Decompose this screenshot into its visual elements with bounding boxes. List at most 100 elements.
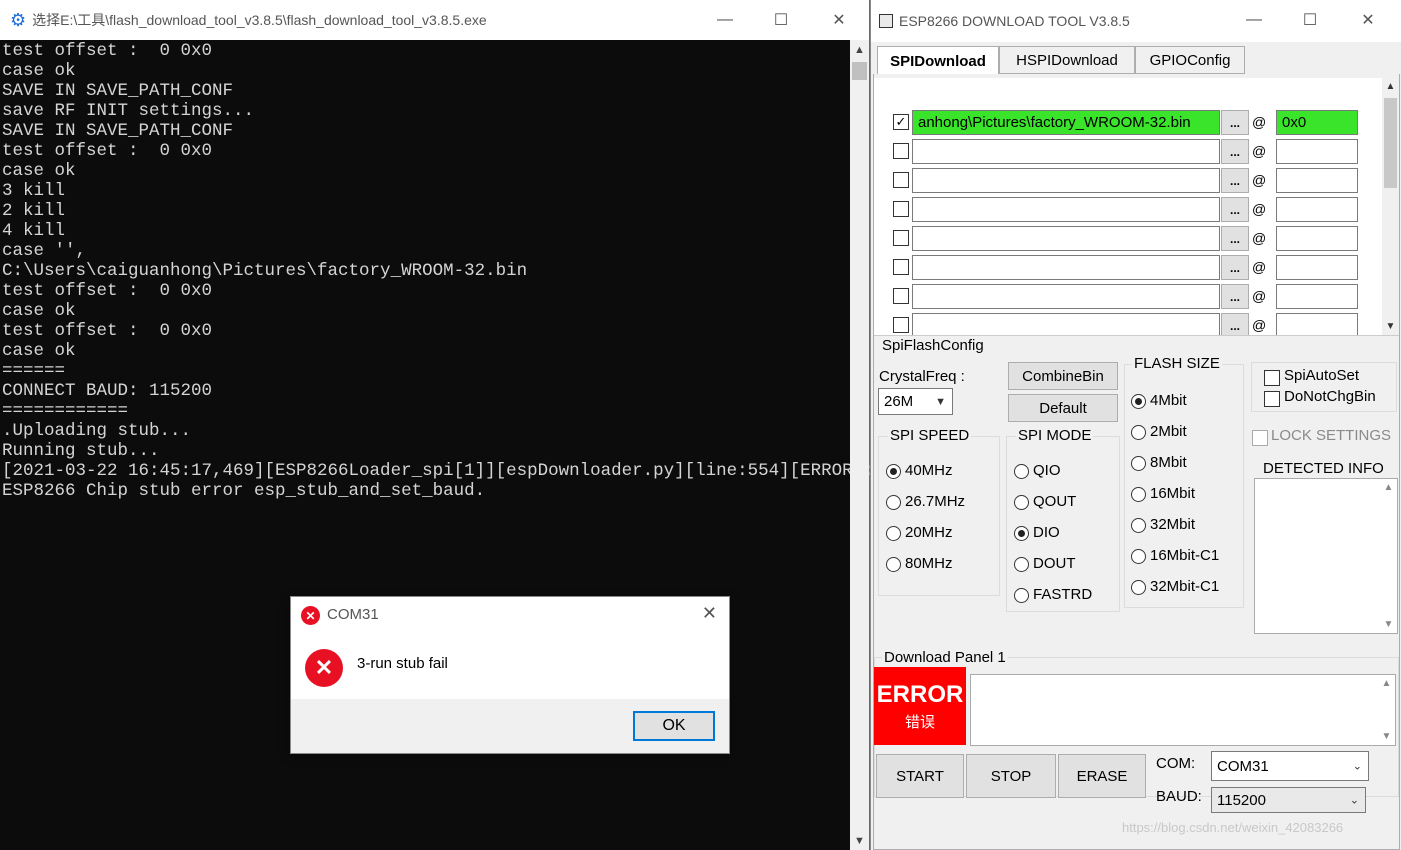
flash-size-radio[interactable] (1131, 518, 1146, 533)
minimize-button[interactable]: — (696, 0, 754, 40)
file-path-input[interactable] (912, 168, 1220, 193)
spi-mode-radio[interactable] (1014, 557, 1029, 572)
scroll-down-icon[interactable]: ▼ (1378, 728, 1395, 745)
offset-address-input[interactable] (1276, 284, 1358, 309)
browse-button[interactable]: ... (1221, 313, 1249, 335)
error-dialog: ✕ COM31 ✕ ✕ 3-run stub fail OK (290, 596, 730, 754)
file-enable-checkbox[interactable] (893, 230, 909, 246)
ok-button[interactable]: OK (633, 711, 715, 741)
scroll-up-icon[interactable]: ▲ (1382, 78, 1399, 95)
offset-address-input[interactable] (1276, 313, 1358, 335)
file-path-input[interactable]: anhong\Pictures\factory_WROOM-32.bin (912, 110, 1220, 135)
spi-mode-radio[interactable] (1014, 526, 1029, 541)
file-path-input[interactable] (912, 255, 1220, 280)
esp-titlebar[interactable]: ESP8266 DOWNLOAD TOOL V3.8.5 — ☐ ✕ (871, 0, 1401, 42)
esp-maximize-button[interactable]: ☐ (1281, 0, 1339, 40)
file-enable-checkbox[interactable] (893, 288, 909, 304)
offset-address-input[interactable] (1276, 226, 1358, 251)
spi-mode-label: SPI MODE (1016, 427, 1094, 444)
baud-select[interactable]: 115200 ⌄ (1211, 787, 1366, 813)
file-enable-checkbox[interactable] (893, 201, 909, 217)
tab-hspidownload[interactable]: HSPIDownload (999, 46, 1135, 74)
flash-size-radio[interactable] (1131, 425, 1146, 440)
offset-address-input[interactable] (1276, 197, 1358, 222)
erase-button[interactable]: ERASE (1058, 754, 1146, 798)
offset-address-input[interactable] (1276, 139, 1358, 164)
stop-button[interactable]: STOP (966, 754, 1056, 798)
browse-button[interactable]: ... (1221, 168, 1249, 193)
close-button[interactable]: ✕ (810, 0, 868, 40)
com-select[interactable]: COM31 ⌄ (1211, 751, 1369, 781)
download-log-area[interactable]: ▲ ▼ (970, 674, 1396, 746)
offset-address-input[interactable] (1276, 168, 1358, 193)
browse-button[interactable]: ... (1221, 110, 1249, 135)
file-path-input[interactable] (912, 313, 1220, 335)
crystal-freq-select[interactable]: 26M ▼ (878, 388, 953, 415)
browse-button[interactable]: ... (1221, 197, 1249, 222)
maximize-button[interactable]: ☐ (752, 0, 810, 40)
offset-address-input[interactable] (1276, 255, 1358, 280)
offset-address-input[interactable]: 0x0 (1276, 110, 1358, 135)
flash-size-radio[interactable] (1131, 487, 1146, 502)
file-path-input[interactable] (912, 284, 1220, 309)
chevron-down-icon: ▼ (935, 395, 946, 408)
file-enable-checkbox[interactable] (893, 143, 909, 159)
spi-speed-radio[interactable] (886, 557, 901, 572)
scroll-up-icon[interactable]: ▲ (1378, 675, 1395, 692)
flash-size-radio[interactable] (1131, 549, 1146, 564)
console-scrollbar[interactable]: ▲ ▼ (850, 40, 869, 850)
spi-auto-set-label: SpiAutoSet (1284, 367, 1360, 384)
combine-bin-button[interactable]: CombineBin (1008, 362, 1118, 390)
scroll-thumb[interactable] (852, 62, 867, 80)
detected-info-scrollbar[interactable]: ▲ ▼ (1380, 479, 1397, 633)
scroll-up-icon[interactable]: ▲ (1380, 479, 1397, 496)
spi-auto-set-checkbox[interactable] (1264, 370, 1280, 386)
detected-info-area[interactable]: ▲ ▼ (1254, 478, 1398, 634)
spi-mode-radio[interactable] (1014, 464, 1029, 479)
spi-mode-radio[interactable] (1014, 588, 1029, 603)
file-list-scrollbar[interactable]: ▲ ▼ (1382, 78, 1399, 335)
browse-button[interactable]: ... (1221, 226, 1249, 251)
scroll-down-icon[interactable]: ▼ (1380, 616, 1397, 633)
console-titlebar[interactable]: ⚙ 选择E:\工具\flash_download_tool_v3.8.5\fla… (0, 0, 869, 40)
spi-speed-radio[interactable] (886, 464, 901, 479)
flash-size-radio[interactable] (1131, 394, 1146, 409)
spi-mode-radio[interactable] (1014, 495, 1029, 510)
esp-minimize-button[interactable]: — (1225, 0, 1283, 40)
flash-size-radio[interactable] (1131, 456, 1146, 471)
do-not-chg-bin-checkbox[interactable] (1264, 391, 1280, 407)
scroll-thumb[interactable] (1384, 98, 1397, 188)
default-button[interactable]: Default (1008, 394, 1118, 422)
tab-spidownload[interactable]: SPIDownload (877, 46, 999, 76)
file-path-input[interactable] (912, 139, 1220, 164)
file-path-input[interactable] (912, 226, 1220, 251)
file-enable-checkbox[interactable] (893, 317, 909, 333)
browse-button[interactable]: ... (1221, 284, 1249, 309)
scroll-up-icon[interactable]: ▲ (850, 40, 869, 59)
scroll-down-icon[interactable]: ▼ (850, 831, 869, 850)
lock-settings-checkbox[interactable] (1252, 430, 1268, 446)
start-button[interactable]: START (876, 754, 964, 798)
scroll-down-icon[interactable]: ▼ (1382, 318, 1399, 335)
console-line: ESP8266 Chip stub error esp_stub_and_set… (2, 481, 486, 501)
spi-speed-option-label: 40MHz (905, 462, 953, 479)
file-enable-checkbox[interactable] (893, 259, 909, 275)
spi-mode-option-label: DIO (1033, 524, 1060, 541)
status-text: ERROR (876, 680, 964, 708)
error-icon: ✕ (305, 649, 343, 687)
spi-mode-option-label: DOUT (1033, 555, 1076, 572)
tab-gpioconfig[interactable]: GPIOConfig (1135, 46, 1245, 74)
detected-info-label: DETECTED INFO (1263, 460, 1384, 477)
flash-size-radio[interactable] (1131, 580, 1146, 595)
spi-speed-radio[interactable] (886, 495, 901, 510)
download-log-scrollbar[interactable]: ▲ ▼ (1378, 675, 1395, 745)
spi-speed-radio[interactable] (886, 526, 901, 541)
browse-button[interactable]: ... (1221, 139, 1249, 164)
file-list: ▲ ▼ ✓ anhong\Pictures\factory_WROOM-32.bi… (874, 78, 1399, 336)
file-path-input[interactable] (912, 197, 1220, 222)
esp-close-button[interactable]: ✕ (1339, 0, 1397, 40)
file-enable-checkbox[interactable]: ✓ (893, 114, 909, 130)
file-enable-checkbox[interactable] (893, 172, 909, 188)
browse-button[interactable]: ... (1221, 255, 1249, 280)
dialog-close-button[interactable]: ✕ (702, 603, 717, 624)
